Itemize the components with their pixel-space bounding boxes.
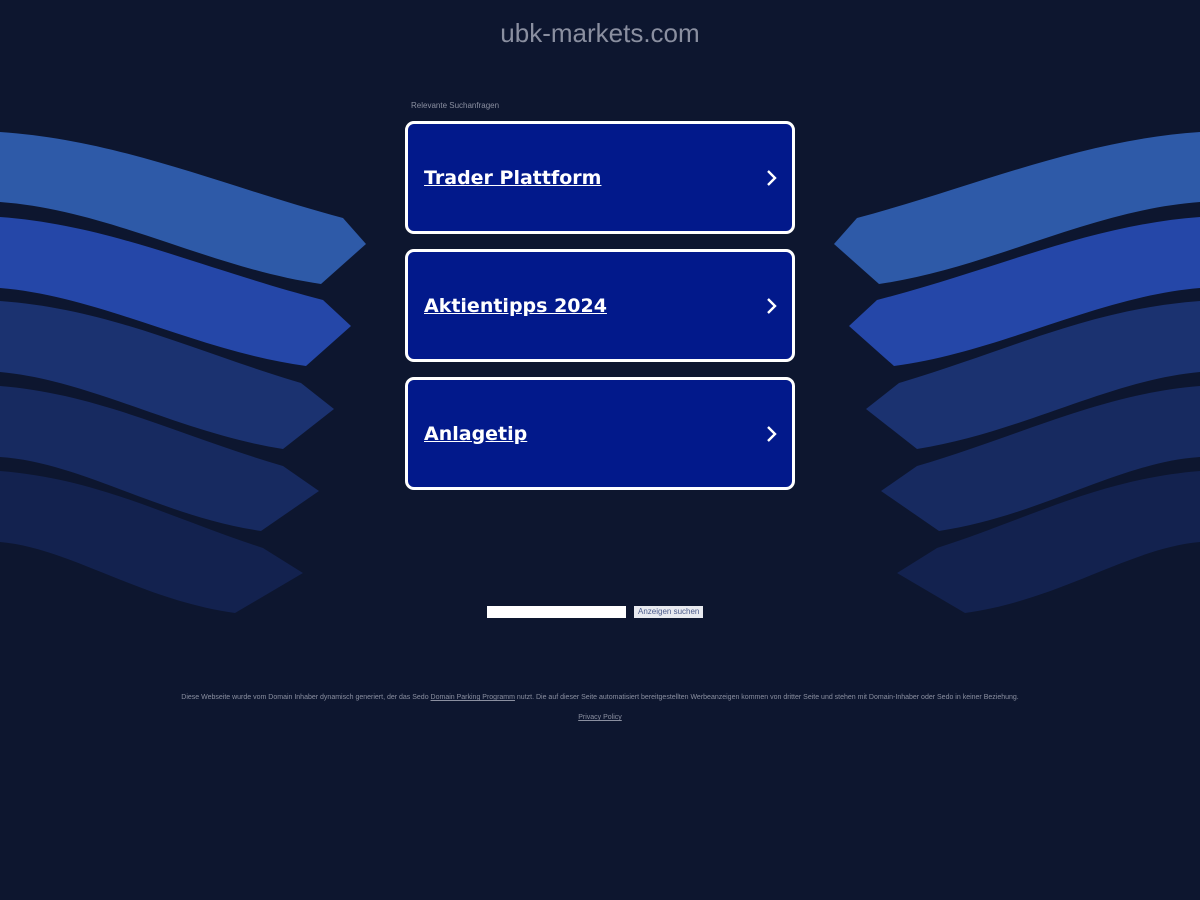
parked-domain-page: ubk-markets.com Relevante Suchanfragen T… — [0, 0, 1200, 900]
chevron-right-icon — [767, 169, 777, 186]
domain-title: ubk-markets.com — [500, 18, 700, 48]
search-ads-button[interactable]: Anzeigen suchen — [634, 606, 704, 618]
related-link-trader-plattform[interactable]: Trader Plattform — [405, 121, 795, 234]
right-waves — [834, 132, 1200, 613]
left-waves — [0, 132, 366, 613]
related-links-list: Trader Plattform Aktientipps 2024 Anlage… — [405, 121, 795, 505]
chevron-right-icon — [767, 297, 777, 314]
search-input[interactable] — [487, 606, 626, 618]
ad-search-bar: Anzeigen suchen — [487, 606, 704, 618]
related-searches-label: Relevante Suchanfragen — [411, 101, 500, 110]
related-link-label: Trader Plattform — [424, 166, 602, 189]
disclaimer-text-start: Diese Webseite wurde vom Domain Inhaber … — [181, 694, 431, 701]
domain-parking-link[interactable]: Domain Parking Programm — [431, 694, 515, 701]
chevron-right-icon — [767, 425, 777, 442]
related-link-anlagetip[interactable]: Anlagetip — [405, 377, 795, 490]
privacy-row: Privacy Policy — [0, 714, 1200, 721]
disclaimer-text: Diese Webseite wurde vom Domain Inhaber … — [0, 694, 1200, 701]
related-link-label: Anlagetip — [424, 422, 528, 445]
disclaimer-text-end: nutzt. Die auf dieser Seite automatisier… — [514, 694, 1019, 701]
related-link-label: Aktientipps 2024 — [424, 294, 607, 317]
privacy-policy-link[interactable]: Privacy Policy — [578, 714, 622, 721]
related-link-aktientipps-2024[interactable]: Aktientipps 2024 — [405, 249, 795, 362]
